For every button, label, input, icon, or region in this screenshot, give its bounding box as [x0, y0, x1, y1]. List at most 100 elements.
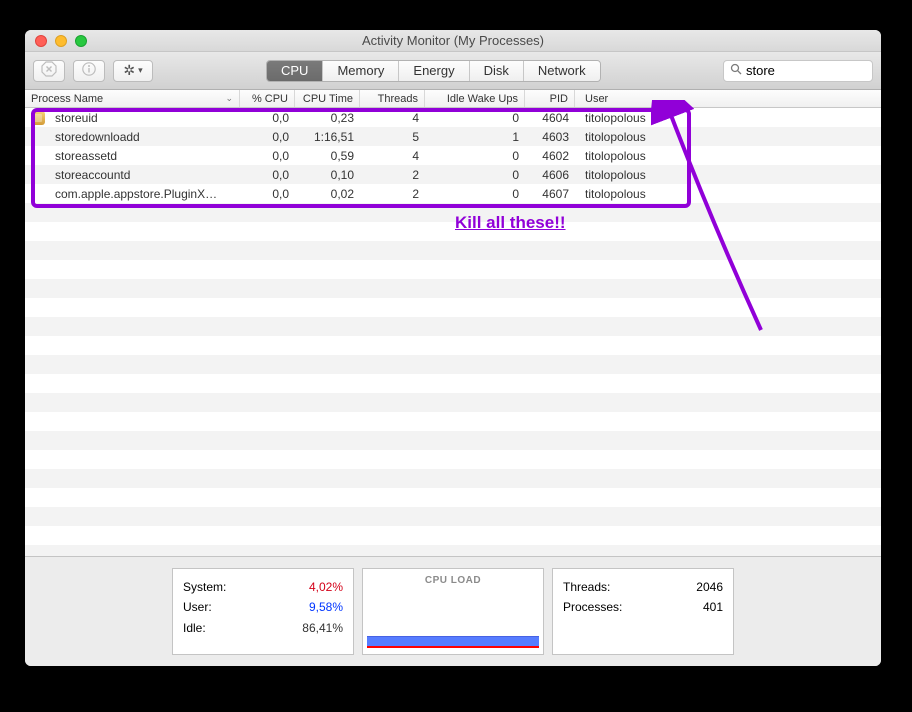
cell-threads: 2: [360, 165, 425, 184]
column-header-user[interactable]: User: [575, 90, 695, 107]
stat-label: Processes:: [563, 597, 622, 617]
cell-user: titolopolous: [575, 146, 695, 165]
column-header-pid[interactable]: PID: [525, 90, 575, 107]
octagon-x-icon: [41, 61, 57, 80]
cell-time: 0,10: [295, 165, 360, 184]
cell-pid: 4604: [525, 108, 575, 127]
cell-wake: 0: [425, 184, 525, 203]
tab-memory[interactable]: Memory: [323, 61, 399, 81]
cell-user: titolopolous: [575, 127, 695, 146]
tab-disk[interactable]: Disk: [470, 61, 524, 81]
tab-energy[interactable]: Energy: [399, 61, 469, 81]
inspect-process-button[interactable]: [73, 60, 105, 82]
cell-wake: 1: [425, 127, 525, 146]
stop-process-button[interactable]: [33, 60, 65, 82]
table-row[interactable]: storedownloadd 0,0 1:16,51 5 1 4603 tito…: [25, 127, 881, 146]
process-icon-cell: [25, 184, 49, 203]
stat-label: User:: [183, 597, 212, 617]
chevron-down-icon: ▾: [138, 65, 143, 76]
stat-label: Idle:: [183, 618, 206, 638]
table-row[interactable]: storeaccountd 0,0 0,10 2 0 4606 titolopo…: [25, 165, 881, 184]
stat-value-threads: 2046: [696, 577, 723, 597]
options-menu-button[interactable]: ✲ ▾: [113, 60, 153, 82]
table-row[interactable]: storeassetd 0,0 0,59 4 0 4602 titolopolo…: [25, 146, 881, 165]
chart-area: [367, 622, 539, 648]
cell-pid: 4606: [525, 165, 575, 184]
column-header-time[interactable]: CPU Time: [295, 90, 360, 107]
table-row[interactable]: storeuid 0,0 0,23 4 0 4604 titolopolous: [25, 108, 881, 127]
gear-icon: ✲: [123, 62, 135, 79]
cell-cpu: 0,0: [240, 165, 295, 184]
chart-title: CPU LOAD: [363, 575, 543, 586]
chart-system-band: [367, 646, 539, 648]
cell-wake: 0: [425, 165, 525, 184]
stat-label: System:: [183, 577, 226, 597]
cell-time: 0,59: [295, 146, 360, 165]
process-icon-cell: [25, 127, 49, 146]
counts-panel: Threads: 2046 Processes: 401: [552, 568, 734, 655]
cell-user: titolopolous: [575, 184, 695, 203]
process-icon-cell: [25, 165, 49, 184]
cell-threads: 4: [360, 108, 425, 127]
stat-value-idle: 86,41%: [302, 618, 343, 638]
tab-cpu[interactable]: CPU: [267, 61, 323, 81]
search-icon: [730, 63, 742, 78]
cell-name: storeassetd: [49, 146, 240, 165]
cell-pid: 4603: [525, 127, 575, 146]
cell-time: 0,23: [295, 108, 360, 127]
cpu-load-chart: CPU LOAD: [362, 568, 544, 655]
cell-threads: 4: [360, 146, 425, 165]
cell-threads: 2: [360, 184, 425, 203]
cell-pid: 4602: [525, 146, 575, 165]
info-icon: [81, 61, 97, 80]
minimize-window-button[interactable]: [55, 35, 67, 47]
cell-cpu: 0,0: [240, 146, 295, 165]
window-title: Activity Monitor (My Processes): [362, 33, 544, 48]
cell-pid: 4607: [525, 184, 575, 203]
app-icon: [31, 111, 45, 125]
cell-wake: 0: [425, 108, 525, 127]
stat-value-system: 4,02%: [309, 577, 343, 597]
toolbar: ✲ ▾ CPU Memory Energy Disk Network ✕: [25, 52, 881, 90]
zoom-window-button[interactable]: [75, 35, 87, 47]
tab-segmented-control: CPU Memory Energy Disk Network: [266, 60, 601, 82]
stat-value-user: 9,58%: [309, 597, 343, 617]
close-window-button[interactable]: [35, 35, 47, 47]
column-header-threads[interactable]: Threads: [360, 90, 425, 107]
tab-network[interactable]: Network: [524, 61, 600, 81]
cell-cpu: 0,0: [240, 108, 295, 127]
cell-time: 1:16,51: [295, 127, 360, 146]
titlebar: Activity Monitor (My Processes): [25, 30, 881, 52]
stat-value-processes: 401: [703, 597, 723, 617]
column-header-name[interactable]: Process Name ⌄: [25, 90, 240, 107]
cell-name: storedownloadd: [49, 127, 240, 146]
cell-threads: 5: [360, 127, 425, 146]
footer: System: 4,02% User: 9,58% Idle: 86,41% CPU …: [25, 556, 881, 666]
sort-indicator-icon: ⌄: [225, 93, 233, 104]
activity-monitor-window: Activity Monitor (My Processes) ✲ ▾ CPU …: [25, 30, 881, 666]
table-header: Process Name ⌄ % CPU CPU Time Threads Id…: [25, 90, 881, 108]
cpu-stats-panel: System: 4,02% User: 9,58% Idle: 86,41%: [172, 568, 354, 655]
cell-user: titolopolous: [575, 108, 695, 127]
cell-cpu: 0,0: [240, 127, 295, 146]
cell-name: com.apple.appstore.PluginX…: [49, 184, 240, 203]
column-header-cpu[interactable]: % CPU: [240, 90, 295, 107]
cell-user: titolopolous: [575, 165, 695, 184]
chart-user-band: [367, 636, 539, 646]
column-header-wake[interactable]: Idle Wake Ups: [425, 90, 525, 107]
search-input[interactable]: [746, 63, 881, 78]
process-icon-cell: [25, 108, 49, 127]
cell-name: storeaccountd: [49, 165, 240, 184]
search-field[interactable]: ✕: [723, 60, 873, 82]
process-table: storeuid 0,0 0,23 4 0 4604 titolopolous …: [25, 108, 881, 556]
stat-label: Threads:: [563, 577, 610, 597]
column-label: Process Name: [31, 93, 103, 105]
table-row[interactable]: com.apple.appstore.PluginX… 0,0 0,02 2 0…: [25, 184, 881, 203]
process-rows: storeuid 0,0 0,23 4 0 4604 titolopolous …: [25, 108, 881, 203]
cell-wake: 0: [425, 146, 525, 165]
cell-name: storeuid: [49, 108, 240, 127]
cell-cpu: 0,0: [240, 184, 295, 203]
cell-time: 0,02: [295, 184, 360, 203]
process-icon-cell: [25, 146, 49, 165]
window-controls: [25, 35, 87, 47]
